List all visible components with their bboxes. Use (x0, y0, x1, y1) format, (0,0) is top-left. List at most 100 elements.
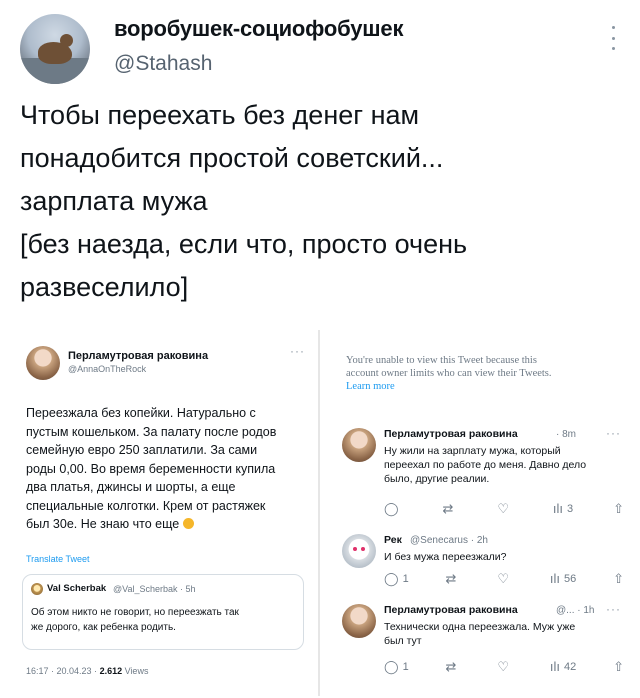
right-screenshot: You're unable to view this Tweet because… (326, 330, 626, 696)
heart-icon: ♡ (497, 571, 509, 586)
attached-screenshots[interactable]: Перламутровая раковина @AnnaOnTheRock ··… (14, 330, 626, 696)
author-handle[interactable]: @Stahash (114, 52, 212, 76)
author-handle: @AnnaOnTheRock (68, 364, 147, 374)
reply-line: Технически одна переезжала. Муж уже (384, 621, 576, 633)
tweet-text-line: понадобится простой советский... (20, 143, 444, 173)
learn-more-link[interactable]: Learn more (346, 380, 552, 393)
translate-link[interactable]: Translate Tweet (26, 554, 90, 564)
views-count: 3 (567, 502, 574, 515)
tweet-actions: ◯ ⇄ ♡ ılı 3 ⇧ (384, 502, 624, 515)
tweet-actions: ◯ 1 ⇄ ♡ ılı 42 ⇧ (384, 660, 624, 673)
retweet-button[interactable]: ⇄ (442, 502, 457, 515)
retweet-button[interactable]: ⇄ (446, 660, 461, 673)
tweet-text-line: развеселило] (20, 272, 189, 302)
reply-button[interactable]: ◯ 1 (384, 572, 409, 585)
body-line: пустым кошельком. За палату после родов (26, 424, 277, 439)
share-button[interactable]: ⇧ (613, 502, 624, 515)
quote-author-handle: @Val_Scherbak · 5h (113, 584, 196, 594)
avatar (31, 583, 43, 595)
like-button[interactable]: ♡ (497, 572, 513, 585)
reply-author-name: Перламутровая раковина (384, 604, 518, 616)
retweet-button[interactable]: ⇄ (446, 572, 461, 585)
views-count: 56 (563, 572, 577, 585)
like-button[interactable]: ♡ (497, 502, 513, 515)
avatar (342, 604, 376, 638)
share-icon: ⇧ (613, 571, 624, 586)
reply-author-handle: @Senecarus · 2h (410, 535, 488, 546)
reply-author-handle: · 8m (556, 429, 576, 440)
more-options-icon: ··· (606, 602, 621, 616)
views-label: Views (122, 666, 149, 676)
divider (318, 330, 320, 696)
like-button[interactable]: ♡ (497, 660, 513, 673)
avatar[interactable] (20, 14, 90, 84)
tweet-text-line: [без наезда, если что, просто очень (20, 229, 468, 259)
reply-author-name: Перламутровая раковина (384, 428, 518, 440)
quoted-tweet[interactable]: Val Scherbak @Val_Scherbak · 5h Об этом … (22, 574, 304, 650)
reply-body: Технически одна переезжала. Муж уже был … (384, 620, 575, 648)
heart-icon: ♡ (497, 659, 509, 674)
tweet-body: Переезжала без копейки. Натурально с пус… (26, 404, 276, 534)
avatar (342, 534, 376, 568)
reply-icon: ◯ (384, 501, 399, 516)
quote-line: Об этом никто не говорит, но переезжать … (31, 607, 239, 618)
retweet-icon: ⇄ (442, 501, 454, 516)
more-options-icon[interactable] (610, 26, 616, 50)
body-line: роды 0,00. Во время беременности купила (26, 461, 276, 476)
body-line: Переезжала без копейки. Натурально с (26, 406, 256, 420)
author-name[interactable]: воробушек-социофобушек (114, 16, 403, 42)
reply-count: 1 (402, 572, 409, 585)
body-line: специальные колготки. Крем от растяжек (26, 498, 266, 513)
body-line-text: был 30е. Не знаю что еще (26, 517, 180, 531)
reply-count: 1 (402, 660, 409, 673)
views-count: 2.612 (99, 666, 123, 676)
reply-line: И без мужа переезжали? (384, 551, 507, 563)
views-button[interactable]: ılı 42 (550, 660, 576, 673)
reply-body: И без мужа переезжали? (384, 550, 507, 564)
reply-body: Ну жили на зарплату мужа, который переех… (384, 444, 586, 486)
avatar-animal (38, 34, 73, 64)
views-icon: ılı (549, 571, 560, 586)
tweet-header: воробушек-социофобушек @Stahash (20, 14, 620, 84)
body-line: семейную евро 250 заплатили. За сами (26, 443, 258, 457)
share-icon: ⇧ (613, 659, 624, 674)
tweet-text-line: Чтобы переехать без денег нам (20, 100, 420, 130)
retweet-icon: ⇄ (445, 659, 457, 674)
more-options-icon: ··· (290, 344, 305, 358)
share-icon: ⇧ (613, 501, 624, 516)
reply-line: было, другие реалии. (384, 473, 490, 485)
more-options-icon: ··· (606, 426, 621, 440)
notice-line: account owner limits who can view their … (346, 368, 552, 379)
tweet-text: Чтобы переехать без денег нам понадобитс… (20, 94, 620, 309)
quote-body: Об этом никто не говорит, но переезжать … (31, 605, 239, 635)
tweet-meta: 16:17 · 20.04.23 · 2.612 Views (26, 666, 148, 676)
reply-icon: ◯ (384, 659, 399, 674)
share-button[interactable]: ⇧ (613, 572, 624, 585)
avatar (342, 428, 376, 462)
views-button[interactable]: ılı 56 (550, 572, 576, 585)
timestamp: 16:17 · 20.04.23 · (26, 666, 100, 676)
body-line: два платья, джинсы и шорты, а еще (26, 480, 236, 494)
reply-line: был тут (384, 635, 422, 647)
views-button[interactable]: ılı 3 (553, 502, 573, 515)
views-icon: ılı (552, 501, 564, 516)
reply-line: переехал по работе до меня. Давно дело (384, 459, 587, 471)
avatar (26, 346, 60, 380)
tweet-actions: ◯ 1 ⇄ ♡ ılı 56 ⇧ (384, 572, 624, 585)
retweet-icon: ⇄ (445, 571, 457, 586)
reply-line: Ну жили на зарплату мужа, который (384, 445, 561, 457)
reply-button[interactable]: ◯ 1 (384, 660, 409, 673)
reply-icon: ◯ (384, 571, 399, 586)
quote-line: же дорого, как ребенка родить. (31, 622, 176, 633)
body-line: был 30е. Не знаю что еще (26, 515, 276, 534)
author-name: Перламутровая раковина (68, 350, 209, 362)
heart-icon: ♡ (497, 501, 509, 516)
notice-line: You're unable to view this Tweet because… (346, 355, 537, 366)
share-button[interactable]: ⇧ (613, 660, 624, 673)
reply-button[interactable]: ◯ (384, 502, 403, 515)
quote-author-name: Val Scherbak (47, 583, 107, 594)
left-screenshot: Перламутровая раковина @AnnaOnTheRock ··… (14, 330, 314, 696)
tweet-text-line: зарплата мужа (20, 186, 208, 216)
views-count: 42 (563, 660, 577, 673)
restricted-notice: You're unable to view this Tweet because… (346, 354, 552, 393)
